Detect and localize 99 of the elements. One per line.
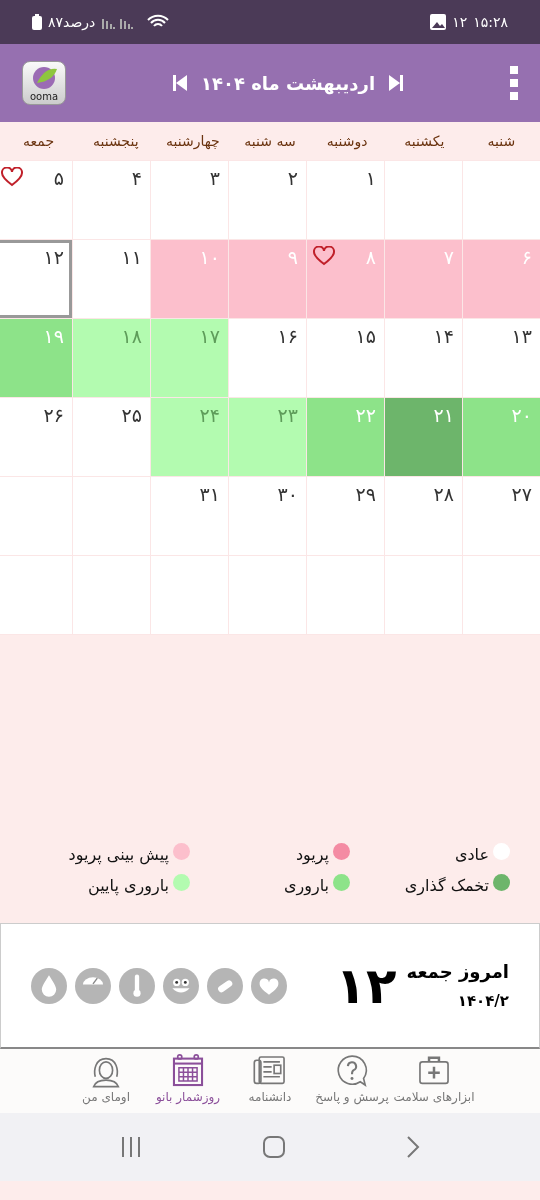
today-date: ۱۴۰۴/۲ (456, 992, 509, 1010)
day-number: ۶ (521, 246, 532, 268)
today-day: ۱۲ (335, 956, 397, 1015)
day-number: ۱۵ (355, 325, 376, 347)
image-icon (430, 14, 447, 30)
day-cell[interactable] (229, 556, 306, 634)
day-cell[interactable]: ۳۰ (229, 477, 306, 555)
day-cell[interactable] (151, 556, 228, 634)
day-cell[interactable]: ۳ (151, 161, 228, 239)
day-number: ۷ (443, 246, 454, 268)
weekday-label: جمعه (22, 133, 56, 149)
day-number: ۲۰ (511, 404, 532, 426)
day-number: ۱ (365, 167, 376, 189)
day-number: ۱۰ (199, 246, 220, 268)
day-number: ۱۳ (511, 325, 532, 347)
recents-icon[interactable] (120, 1137, 142, 1157)
day-number: ۲۲ (355, 404, 376, 426)
day-cell[interactable]: ۱۱ (73, 240, 150, 318)
day-number: ۹ (287, 246, 298, 268)
day-number: ۱۱ (121, 246, 142, 268)
legend-label: باروری (283, 876, 329, 895)
day-number: ۴ (131, 167, 142, 189)
day-cell[interactable]: ۵ (0, 161, 72, 239)
day-cell[interactable] (0, 556, 72, 634)
drop-icon[interactable] (31, 967, 67, 1004)
nav-tab[interactable]: روزشمار بانو (147, 1049, 229, 1113)
day-number: ۲۱ (433, 404, 454, 426)
day-cell[interactable]: ۱ (307, 161, 384, 239)
day-number: ۲۵ (121, 404, 142, 426)
day-cell[interactable]: ۱۳ (463, 319, 540, 397)
day-number: ۱۷ (199, 325, 220, 347)
day-number: ۱۲ (43, 246, 64, 268)
day-cell[interactable]: ۲۹ (307, 477, 384, 555)
day-number: ۳ (209, 167, 220, 189)
month-title: اردیبهشت ماه ۱۴۰۴ (200, 72, 376, 94)
legend-label: تخمک گذاری (404, 876, 489, 895)
day-number: ۱۹ (43, 325, 64, 347)
day-cell[interactable]: ۱۲ (0, 240, 72, 318)
weekday-label: پنجشنبه (91, 133, 140, 149)
day-cell[interactable] (385, 161, 462, 239)
day-number: ۲۳ (277, 404, 298, 426)
app-logo[interactable]: ooma (22, 61, 66, 105)
previous-icon[interactable] (172, 75, 187, 91)
day-number: ۳۱ (199, 483, 220, 505)
legend-label: باروری پایین (88, 876, 169, 895)
nav-tab[interactable]: پرسش و پاسخ (311, 1049, 393, 1113)
day-number: ۵ (53, 167, 64, 189)
clock: ۱۵:۲۸ (473, 14, 508, 30)
day-number: ۲۴ (199, 404, 220, 426)
nav-tab[interactable]: اومای من (65, 1049, 147, 1113)
day-cell[interactable]: ۲۶ (0, 398, 72, 476)
legend-label: پیش بینی پریود (68, 845, 169, 864)
back-icon[interactable] (406, 1135, 420, 1159)
day-number: ۳۰ (277, 483, 298, 505)
weekday-label: شنبه (486, 133, 517, 149)
today-label: امروز جمعه (406, 961, 509, 982)
weekday-label: یکشنبه (403, 133, 446, 149)
day-cell[interactable] (463, 161, 540, 239)
home-icon[interactable] (262, 1135, 286, 1159)
menu-icon[interactable] (510, 66, 518, 100)
scale-icon[interactable] (75, 967, 111, 1004)
smiley-icon[interactable] (163, 967, 199, 1004)
day-cell[interactable]: ۲۸ (385, 477, 462, 555)
day-cell[interactable]: ۱۴ (385, 319, 462, 397)
weekday-label: چهارشنبه (164, 133, 221, 149)
day-cell[interactable] (385, 556, 462, 634)
day-number: ۲ (287, 167, 298, 189)
nav-tab[interactable]: دانشنامه (229, 1049, 311, 1113)
notification-count: ۱۲ (452, 14, 468, 30)
day-cell[interactable]: ۱۶ (229, 319, 306, 397)
legend-label: عادی (454, 845, 489, 864)
nav-tab[interactable]: ابزارهای سلامت (393, 1049, 475, 1113)
day-cell[interactable]: ۳۱ (151, 477, 228, 555)
day-number: ۱۴ (433, 325, 454, 347)
day-cell[interactable]: ۲۷ (463, 477, 540, 555)
pill-icon[interactable] (207, 967, 243, 1004)
day-number: ۲۸ (433, 483, 454, 505)
legend-label: پریود (295, 845, 329, 864)
day-cell[interactable]: ۲۵ (73, 398, 150, 476)
day-cell[interactable] (307, 556, 384, 634)
day-cell[interactable] (463, 556, 540, 634)
day-number: ۱۸ (121, 325, 142, 347)
day-number: ۲۹ (355, 483, 376, 505)
day-number: ۲۷ (511, 483, 532, 505)
day-number: ۸ (365, 246, 376, 268)
day-cell[interactable]: ۴ (73, 161, 150, 239)
day-cell[interactable]: ۲ (229, 161, 306, 239)
day-cell[interactable] (0, 477, 72, 555)
weekday-label: دوشنبه (325, 133, 369, 149)
next-icon[interactable] (389, 75, 404, 91)
day-number: ۲۶ (43, 404, 64, 426)
day-cell[interactable]: ۱۵ (307, 319, 384, 397)
day-number: ۱۶ (277, 325, 298, 347)
battery-text: ۸۷درصد (48, 14, 96, 30)
battery-icon (32, 14, 42, 30)
weekday-label: سه شنبه (243, 133, 297, 149)
day-cell[interactable] (73, 556, 150, 634)
thermometer-icon[interactable] (119, 967, 155, 1004)
day-cell[interactable] (73, 477, 150, 555)
